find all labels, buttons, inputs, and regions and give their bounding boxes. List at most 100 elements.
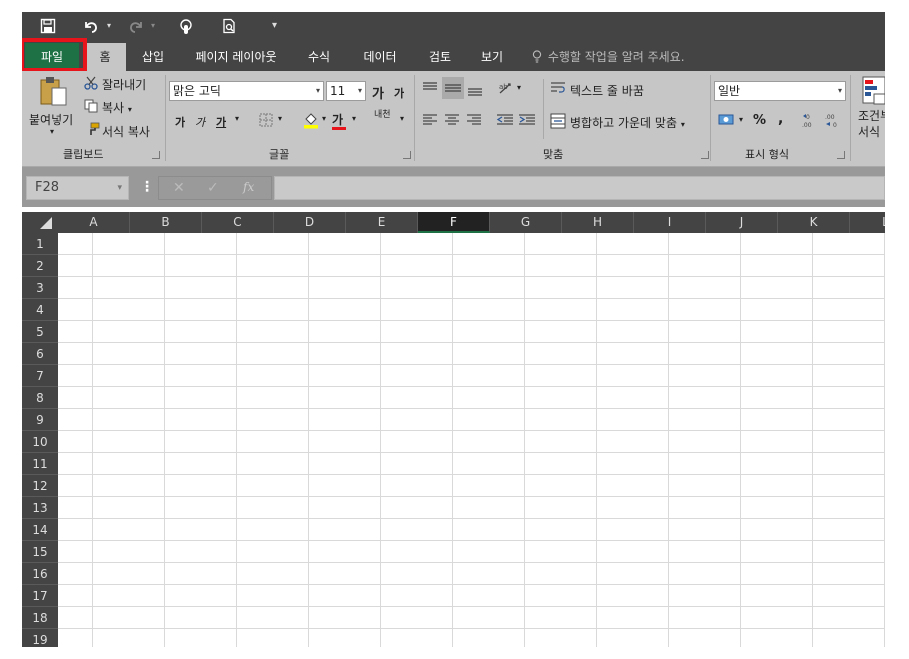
row-header-9[interactable]: 9 <box>22 409 58 431</box>
fill-color-dropdown-icon[interactable]: ▾ <box>322 114 326 123</box>
alignment-launcher-icon[interactable] <box>701 151 709 159</box>
cancel-icon[interactable]: ✕ <box>173 180 185 196</box>
borders-dropdown-icon[interactable]: ▾ <box>278 114 282 123</box>
cell-area[interactable] <box>58 233 885 647</box>
font-size-combo[interactable]: 11 ▾ <box>326 81 366 101</box>
customize-qat-icon[interactable]: ▾ <box>272 20 277 31</box>
orientation-dropdown-icon[interactable]: ▾ <box>517 83 521 92</box>
select-all-button[interactable] <box>22 212 58 233</box>
tab-page-layout[interactable]: 페이지 레이아웃 <box>188 43 284 71</box>
save-icon[interactable] <box>40 18 56 38</box>
orientation-icon[interactable]: ab <box>498 81 516 101</box>
column-header-l[interactable]: L <box>850 212 885 233</box>
row-header-12[interactable]: 12 <box>22 475 58 497</box>
copy-button[interactable]: 복사 ▾ <box>102 99 132 116</box>
borders-icon[interactable] <box>259 113 273 131</box>
copy-dropdown-icon[interactable]: ▾ <box>128 105 132 114</box>
redo-dropdown-icon[interactable]: ▾ <box>151 21 155 30</box>
conditional-formatting-icon[interactable] <box>862 76 885 108</box>
row-header-1[interactable]: 1 <box>22 233 58 255</box>
row-header-11[interactable]: 11 <box>22 453 58 475</box>
column-header-e[interactable]: E <box>346 212 418 233</box>
clipboard-launcher-icon[interactable] <box>152 151 160 159</box>
column-header-a[interactable]: A <box>58 212 130 233</box>
align-right-icon[interactable] <box>466 113 482 131</box>
print-preview-icon[interactable] <box>221 18 237 38</box>
row-header-19[interactable]: 19 <box>22 629 58 647</box>
phonetic-button[interactable]: 내천 <box>374 111 391 120</box>
decrease-decimal-icon[interactable]: .00 0 <box>825 112 843 132</box>
paste-icon[interactable] <box>38 76 70 108</box>
font-launcher-icon[interactable] <box>403 151 411 159</box>
row-header-10[interactable]: 10 <box>22 431 58 453</box>
more-options-icon[interactable]: ⋮ <box>140 179 154 195</box>
paste-dropdown-icon[interactable]: ▾ <box>50 127 54 136</box>
row-header-7[interactable]: 7 <box>22 365 58 387</box>
percent-button[interactable]: % <box>753 113 766 128</box>
grow-font-button[interactable]: 가 <box>372 83 384 102</box>
format-painter-button[interactable]: 서식 복사 <box>102 123 150 140</box>
tab-view[interactable]: 보기 <box>474 43 510 71</box>
row-header-4[interactable]: 4 <box>22 299 58 321</box>
conditional-formatting-label-1[interactable]: 조건부 <box>858 107 885 124</box>
increase-decimal-icon[interactable]: 0.00 <box>802 112 820 132</box>
font-color-button[interactable]: 가 <box>332 111 346 130</box>
column-header-k[interactable]: K <box>778 212 850 233</box>
column-header-b[interactable]: B <box>130 212 202 233</box>
formula-input[interactable] <box>274 176 885 200</box>
underline-dropdown-icon[interactable]: ▾ <box>235 114 239 123</box>
merge-dropdown-icon[interactable]: ▾ <box>681 120 685 129</box>
increase-indent-icon[interactable] <box>518 113 536 131</box>
decrease-indent-icon[interactable] <box>496 113 514 131</box>
row-header-18[interactable]: 18 <box>22 607 58 629</box>
align-top-icon[interactable] <box>422 81 438 101</box>
align-middle-icon[interactable] <box>442 77 464 99</box>
paste-button[interactable]: 붙여넣기 <box>29 111 73 128</box>
number-launcher-icon[interactable] <box>837 151 845 159</box>
row-header-3[interactable]: 3 <box>22 277 58 299</box>
insert-function-icon[interactable]: fx <box>243 180 254 194</box>
conditional-formatting-label-2[interactable]: 서식 <box>858 123 880 140</box>
format-painter-icon[interactable] <box>86 122 100 140</box>
row-header-15[interactable]: 15 <box>22 541 58 563</box>
row-header-2[interactable]: 2 <box>22 255 58 277</box>
column-header-g[interactable]: G <box>490 212 562 233</box>
row-header-17[interactable]: 17 <box>22 585 58 607</box>
column-header-d[interactable]: D <box>274 212 346 233</box>
column-header-f[interactable]: F <box>418 212 490 233</box>
chevron-down-icon[interactable]: ▾ <box>117 177 122 199</box>
font-name-combo[interactable]: 맑은 고딕 ▾ <box>169 81 324 101</box>
tab-formulas[interactable]: 수식 <box>302 43 336 71</box>
underline-button[interactable]: 가 <box>216 114 226 130</box>
row-header-13[interactable]: 13 <box>22 497 58 519</box>
comma-button[interactable]: , <box>778 111 783 127</box>
column-header-h[interactable]: H <box>562 212 634 233</box>
align-left-icon[interactable] <box>422 113 438 131</box>
merge-center-button[interactable]: 병합하고 가운데 맞춤 ▾ <box>570 114 685 131</box>
cut-icon[interactable] <box>84 76 98 94</box>
undo-icon[interactable] <box>83 18 99 38</box>
tab-insert[interactable]: 삽입 <box>134 43 172 71</box>
wrap-text-icon[interactable] <box>550 81 566 101</box>
align-bottom-icon[interactable] <box>467 81 483 101</box>
row-header-14[interactable]: 14 <box>22 519 58 541</box>
touch-mode-icon[interactable] <box>177 18 195 38</box>
cut-button[interactable]: 잘라내기 <box>102 76 146 93</box>
undo-dropdown-icon[interactable]: ▾ <box>107 21 111 30</box>
tab-review[interactable]: 검토 <box>422 43 458 71</box>
font-color-dropdown-icon[interactable]: ▾ <box>352 114 356 123</box>
italic-button[interactable]: 가 <box>195 114 205 130</box>
align-center-icon[interactable] <box>444 113 460 131</box>
shrink-font-button[interactable]: 가 <box>394 85 404 101</box>
column-header-c[interactable]: C <box>202 212 274 233</box>
tab-data[interactable]: 데이터 <box>356 43 404 71</box>
row-header-6[interactable]: 6 <box>22 343 58 365</box>
merge-center-icon[interactable] <box>550 113 566 133</box>
number-format-combo[interactable]: 일반 ▾ <box>714 81 846 101</box>
enter-icon[interactable]: ✓ <box>207 180 219 196</box>
currency-dropdown-icon[interactable]: ▾ <box>739 115 743 124</box>
tell-me-search[interactable]: 수행할 작업을 알려 주세요. <box>532 43 712 71</box>
name-box[interactable]: F28 ▾ <box>26 176 129 200</box>
wrap-text-button[interactable]: 텍스트 줄 바꿈 <box>570 82 644 99</box>
currency-icon[interactable] <box>718 113 736 131</box>
